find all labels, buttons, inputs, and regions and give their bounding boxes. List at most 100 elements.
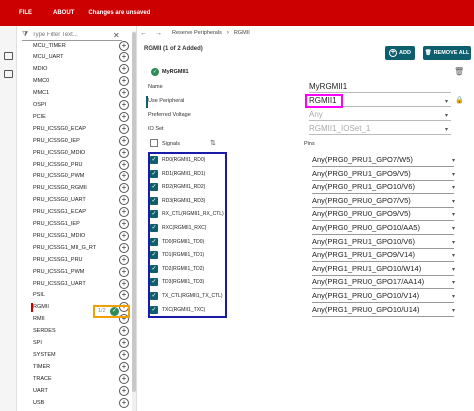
add-circle-icon[interactable]: +: [119, 135, 129, 146]
add-circle-icon[interactable]: +: [119, 40, 129, 51]
add-button-label: ADD: [399, 50, 411, 56]
pin-select[interactable]: Any(PRG0_PRU1_GPO10/V6): [312, 182, 415, 191]
chevron-down-icon[interactable]: ▾: [452, 293, 455, 300]
pin-select[interactable]: Any(PRG1_PRU0_GPO10/V14): [312, 291, 419, 300]
use-peripheral-highlight: [305, 94, 343, 108]
pin-select[interactable]: Any(PRG1_PRU1_GPO9/V14): [312, 250, 415, 259]
chevron-down-icon[interactable]: ▾: [445, 112, 448, 119]
add-circle-icon[interactable]: +: [119, 326, 129, 337]
peripheral-label: MMC1: [33, 90, 50, 97]
add-circle-icon[interactable]: +: [119, 385, 129, 396]
pin-select[interactable]: Any(PRG0_PRU0_GPO10/AA5): [312, 223, 420, 232]
add-circle-icon[interactable]: +: [119, 242, 129, 253]
pin-select[interactable]: Any(PRG1_PRU1_GPO10/W14): [312, 264, 421, 273]
chevron-down-icon[interactable]: ▾: [452, 184, 455, 191]
add-circle-icon[interactable]: +: [119, 147, 129, 158]
instance-header[interactable]: ✓ MyRGMII1 🗑: [148, 66, 466, 78]
add-circle-icon[interactable]: +: [119, 64, 129, 75]
pin-select[interactable]: Any(PRG0_PRU1_GPO7/W5): [312, 155, 413, 164]
add-circle-icon[interactable]: +: [119, 290, 129, 301]
add-circle-icon[interactable]: +: [119, 171, 129, 182]
add-circle-icon[interactable]: +: [119, 373, 129, 384]
pin-select[interactable]: Any(PRG1_PRU0_GPO10/U14): [312, 305, 420, 314]
pin-select[interactable]: Any(PRG0_PRU0_GPO9/V5): [312, 209, 411, 218]
trash-icon[interactable]: 🗑: [454, 67, 464, 76]
add-button[interactable]: + ADD: [385, 46, 415, 60]
peripheral-label: OSPI: [33, 102, 47, 108]
add-circle-icon[interactable]: +: [119, 88, 129, 99]
chevron-down-icon[interactable]: ▾: [452, 252, 455, 259]
trash-icon: 🗑: [424, 50, 432, 56]
peripheral-label: PRU_ICSSG0_PWM: [33, 173, 85, 180]
select-all-checkbox[interactable]: [150, 139, 158, 147]
breadcrumb: ← → Reserve Peripherals › RGMII: [140, 26, 474, 40]
about-menu[interactable]: ABOUT: [53, 10, 74, 16]
check-icon: ✓: [151, 68, 159, 76]
name-label: Name: [148, 84, 163, 90]
chevron-down-icon[interactable]: ▾: [452, 225, 455, 232]
icon-rail: [0, 26, 17, 411]
chevron-down-icon[interactable]: ▾: [452, 239, 455, 246]
breadcrumb-parent[interactable]: Reserve Peripherals: [172, 30, 222, 36]
add-circle-icon[interactable]: +: [119, 266, 129, 277]
peripheral-label: PRU_ICSSG0_RGMII: [33, 185, 87, 192]
instance-name: MyRGMII1: [162, 69, 189, 75]
peripheral-label: PRU_ICSSG0_IEP: [33, 137, 80, 144]
file-menu[interactable]: FILE: [19, 10, 32, 16]
name-field[interactable]: MyRGMII1: [309, 82, 347, 91]
pin-select[interactable]: Any(PRG0_PRU1_GPO9/V5): [312, 169, 411, 178]
chevron-down-icon[interactable]: ▾: [452, 266, 455, 273]
peripheral-label: PRU_ICSSG1_PRU: [33, 256, 83, 263]
pin-select[interactable]: Any(PRG1_PRU1_GPO10/V6): [312, 237, 415, 246]
add-circle-icon[interactable]: +: [119, 207, 129, 218]
add-circle-icon[interactable]: +: [119, 100, 129, 110]
pin-select[interactable]: Any(PRG1_PRU0_GPO17/AA14): [312, 277, 424, 286]
add-circle-icon[interactable]: +: [119, 338, 129, 348]
signals-header: Signals ⇅ Pins: [148, 138, 468, 150]
add-circle-icon[interactable]: +: [119, 361, 129, 372]
add-circle-icon[interactable]: +: [119, 123, 129, 134]
chevron-left-icon[interactable]: ←: [140, 30, 147, 37]
add-circle-icon[interactable]: +: [119, 183, 129, 194]
add-circle-icon[interactable]: +: [119, 111, 129, 122]
chevron-down-icon[interactable]: ▾: [452, 307, 455, 314]
chevron-down-icon[interactable]: ▾: [452, 211, 455, 218]
add-circle-icon[interactable]: +: [119, 195, 129, 206]
chevron-down-icon[interactable]: ▾: [452, 171, 455, 178]
add-circle-icon[interactable]: +: [119, 219, 129, 229]
peripheral-item[interactable]: USB +: [17, 396, 132, 409]
add-circle-icon[interactable]: +: [119, 397, 129, 408]
lock-icon[interactable]: 🔒: [455, 96, 464, 104]
add-circle-icon[interactable]: +: [119, 349, 129, 360]
chevron-right-icon[interactable]: →: [155, 30, 162, 37]
peripheral-label: PRU_ICSSG1_UART: [33, 280, 86, 287]
peripheral-label: TRACE: [33, 375, 52, 382]
list-icon[interactable]: [4, 70, 13, 78]
pin-select[interactable]: Any(PRG0_PRU0_GPO7/V5): [312, 196, 411, 205]
add-circle-icon[interactable]: +: [119, 159, 129, 170]
peripheral-label: PRU_ICSSG0_UART: [33, 197, 86, 204]
document-icon[interactable]: [4, 52, 13, 60]
add-circle-icon[interactable]: +: [119, 52, 129, 63]
use-peripheral-label: Use Peripheral: [148, 98, 185, 104]
chevron-down-icon[interactable]: ▾: [452, 198, 455, 205]
peripheral-list-panel: ⧩ ✕ MCU_TIMER+MCU_UART+MDIO+MMC0+MMC1+OS…: [17, 26, 137, 411]
chevron-down-icon[interactable]: ▾: [445, 126, 448, 133]
voltage-underline: [309, 120, 451, 121]
remove-all-button[interactable]: 🗑 REMOVE ALL: [423, 46, 471, 60]
add-circle-icon[interactable]: +: [119, 254, 129, 265]
voltage-select[interactable]: Any: [309, 110, 323, 119]
ioset-select[interactable]: RGMII1_IOSet_1: [309, 124, 370, 133]
filter-input[interactable]: [32, 31, 115, 38]
scrollbar-thumb[interactable]: [132, 32, 136, 392]
chevron-down-icon[interactable]: ▾: [445, 98, 448, 105]
add-circle-icon[interactable]: +: [119, 76, 129, 87]
add-circle-icon[interactable]: +: [119, 230, 129, 241]
chevron-down-icon[interactable]: ▾: [452, 157, 455, 164]
sort-icon[interactable]: ⇅: [210, 139, 216, 147]
peripheral-label: SYSTEM: [33, 351, 56, 358]
top-bar: FILE ABOUT Changes are unsaved: [0, 0, 474, 26]
add-circle-icon[interactable]: +: [119, 278, 129, 289]
peripheral-label: RGMII: [33, 304, 49, 311]
chevron-down-icon[interactable]: ▾: [452, 279, 455, 286]
